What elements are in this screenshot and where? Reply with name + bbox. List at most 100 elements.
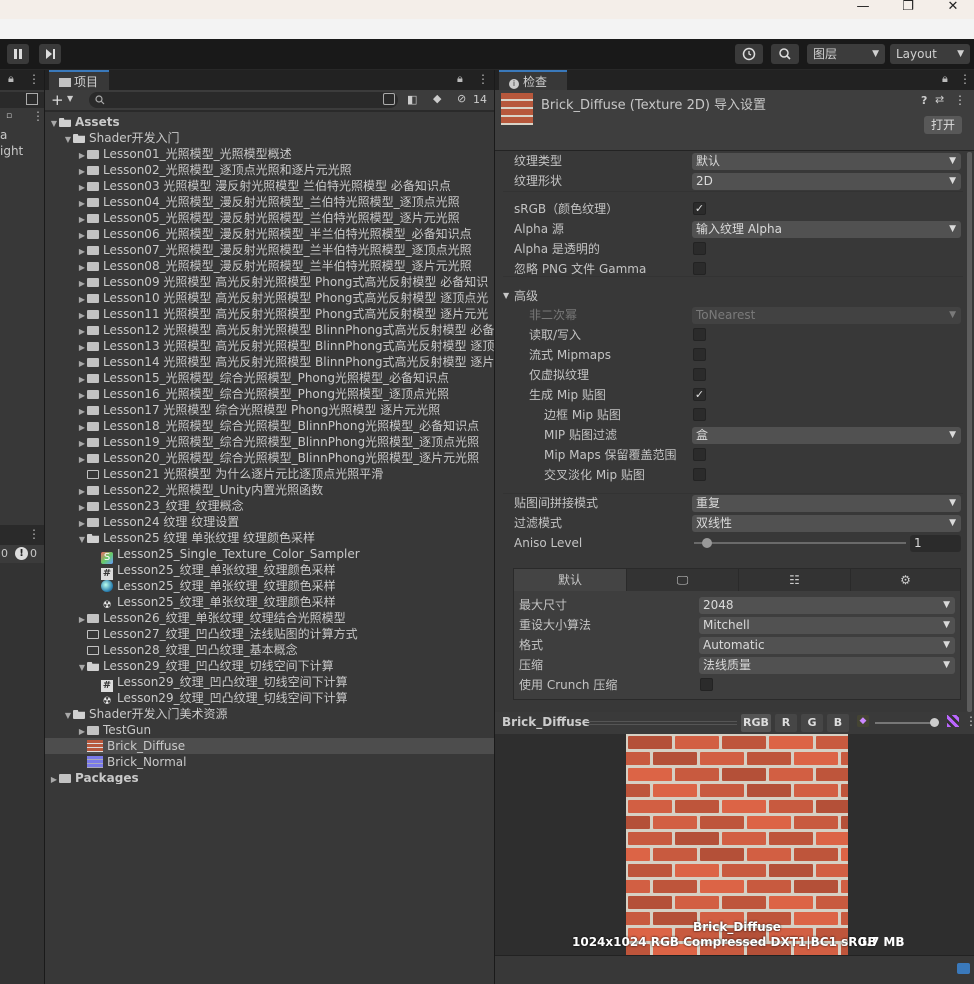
tree-asset[interactable]: ☢ Lesson29_纹理_凹凸纹理_切线空间下计算 [45, 690, 494, 707]
more-menu-icon[interactable]: ⋮ [477, 72, 489, 86]
open-button[interactable]: 打开 [924, 116, 962, 134]
tree-folder[interactable]: ▶ Lesson24 纹理 纹理设置 [45, 514, 494, 530]
more-menu-icon[interactable]: ⋮ [959, 72, 971, 86]
tree-folder[interactable]: ▶ Lesson23_纹理_纹理概念 [45, 498, 494, 514]
tree-folder[interactable]: ▶ Packages [45, 770, 494, 784]
search-by-type-icon[interactable] [383, 93, 395, 105]
property-checkbox[interactable] [693, 262, 706, 275]
hidden-packages-icon[interactable]: ⊘ [457, 92, 466, 105]
property-checkbox[interactable] [693, 448, 706, 461]
tree-folder[interactable]: ▶ Lesson10 光照模型 高光反射光照模型 Phong式高光反射模型 逐顶点… [45, 290, 494, 306]
tree-folder[interactable]: Lesson28_纹理_凹凸纹理_基本概念 [45, 642, 494, 658]
add-asset-button[interactable]: + [51, 91, 64, 109]
property-checkbox[interactable]: ✓ [693, 202, 706, 215]
property-checkbox[interactable] [693, 468, 706, 481]
preview-drag-handle[interactable] [587, 721, 737, 725]
foldout-advanced[interactable]: 高级 [514, 287, 538, 305]
tab-platform-android[interactable]: ⚙︎ [850, 569, 960, 591]
property-dropdown[interactable]: 输入纹理 Alpha ▼ [692, 221, 961, 238]
property-checkbox[interactable] [693, 348, 706, 361]
tree-folder[interactable]: ▶ Lesson07_光照模型_漫反射光照模型_兰半伯特光照模型_逐顶点光照 [45, 242, 494, 258]
tree-folder[interactable]: ▶ Lesson01_光照模型_光照模型概述 [45, 146, 494, 162]
hierarchy-item[interactable]: ight [0, 143, 23, 159]
tree-folder[interactable]: ▼ Lesson25 纹理 单张纹理 纹理颜色采样 [45, 530, 494, 546]
tree-asset[interactable]: Brick_Diffuse [45, 738, 494, 754]
tree-folder[interactable]: ▼ Shader开发入门 [45, 130, 494, 146]
tree-folder[interactable]: ▶ TestGun [45, 722, 494, 738]
more-menu-icon[interactable]: ⋮ [954, 93, 966, 107]
collapse-arrow-icon[interactable]: ▶ [49, 772, 59, 784]
foldout-arrow-icon[interactable]: ▼ [503, 287, 509, 305]
lock-icon[interactable]: 🔒︎ [457, 72, 463, 86]
checker-icon[interactable] [947, 715, 959, 727]
error-count[interactable]: 0 [30, 547, 37, 560]
tree-folder[interactable]: ▶ Lesson05_光照模型_漫反射光照模型_兰伯特光照模型_逐片元光照 [45, 210, 494, 226]
property-dropdown[interactable]: 默认 ▼ [692, 153, 961, 170]
tree-folder[interactable]: ▶ Lesson04_光照模型_漫反射光照模型_兰伯特光照模型_逐顶点光照 [45, 194, 494, 210]
tree-folder[interactable]: ▶ Lesson22_光照模型_Unity内置光照函数 [45, 482, 494, 498]
channel-button-rgb[interactable]: RGB [741, 714, 771, 732]
step-button[interactable] [39, 44, 61, 64]
tree-asset[interactable]: Brick_Normal [45, 754, 494, 770]
scene-visibility-icon[interactable]: ▫ [6, 111, 12, 121]
minimize-button[interactable]: — [840, 0, 886, 19]
tree-asset[interactable]: # Lesson29_纹理_凹凸纹理_切线空间下计算 [45, 674, 494, 692]
tree-folder[interactable]: ▶ Lesson17 光照模型 综合光照模型 Phong光照模型 逐片元光照 [45, 402, 494, 418]
tree-folder[interactable]: ▶ Lesson14 光照模型 高光反射光照模型 BlinnPhong式高光反射模… [45, 354, 494, 370]
chevron-down-icon[interactable]: ▼ [67, 94, 73, 103]
tree-asset[interactable]: Lesson25_纹理_单张纹理_纹理颜色采样 [45, 578, 494, 594]
tab-project[interactable]: 项目 [49, 70, 109, 90]
tree-folder[interactable]: ▶ Lesson15_光照模型_综合光照模型_Phong光照模型_必备知识点 [45, 370, 494, 386]
property-checkbox[interactable] [693, 368, 706, 381]
aniso-value-field[interactable]: 1 [910, 535, 961, 552]
property-dropdown[interactable]: 重复 ▼ [692, 495, 961, 512]
search-button[interactable] [771, 44, 799, 64]
more-menu-icon[interactable]: ⋮ [32, 109, 44, 123]
search-input[interactable] [89, 92, 398, 108]
tree-folder[interactable]: ▶ Lesson16_光照模型_综合光照模型_Phong光照模型_逐顶点光照 [45, 386, 494, 402]
help-icon[interactable]: ? [921, 94, 927, 107]
platform-dropdown[interactable]: 法线质量 ▼ [699, 657, 955, 674]
mip-slider-thumb[interactable] [930, 718, 939, 727]
tree-folder[interactable]: ▶ Lesson11 光照模型 高光反射光照模型 Phong式高光反射模型 逐片元… [45, 306, 494, 322]
filter-by-label-icon[interactable]: ◆ [433, 92, 441, 105]
label-tag-icon[interactable] [957, 963, 970, 974]
tree-folder[interactable]: ▶ Lesson03 光照模型 漫反射光照模型 兰伯特光照模型 必备知识点 [45, 178, 494, 194]
tree-asset[interactable]: # Lesson25_纹理_单张纹理_纹理颜色采样 [45, 562, 494, 580]
property-dropdown[interactable]: 盒 ▼ [692, 427, 961, 444]
search-by-type-icon[interactable] [26, 93, 38, 105]
tree-folder[interactable]: ▶ Lesson02_光照模型_逐顶点光照和逐片元光照 [45, 162, 494, 178]
tree-folder[interactable]: ▶ Lesson13 光照模型 高光反射光照模型 BlinnPhong式高光反射模… [45, 338, 494, 354]
lock-icon[interactable]: 🔒︎ [8, 72, 14, 86]
hierarchy-item[interactable]: a [0, 127, 7, 143]
inspector-scrollbar[interactable] [967, 152, 972, 712]
filter-by-type-icon[interactable]: ◧ [407, 93, 417, 106]
history-button[interactable] [735, 44, 763, 64]
hierarchy-search[interactable] [0, 92, 44, 108]
tree-folder[interactable]: ▼ Assets [45, 114, 494, 130]
close-button[interactable]: ✕ [930, 0, 974, 19]
preset-icon[interactable]: ⇄ [935, 93, 944, 106]
layout-dropdown[interactable]: Layout ▼ [890, 44, 970, 64]
property-checkbox[interactable]: ✓ [693, 388, 706, 401]
tree-folder[interactable]: ▶ Lesson06_光照模型_漫反射光照模型_半兰伯特光照模型_必备知识点 [45, 226, 494, 242]
more-menu-icon[interactable]: ⋮ [965, 714, 974, 728]
tab-platform-default[interactable]: 默认 [514, 569, 626, 591]
lock-icon[interactable]: 🔒︎ [942, 72, 948, 86]
channel-button-b[interactable]: B [827, 714, 849, 732]
slider-thumb[interactable] [701, 538, 712, 548]
pause-button[interactable] [7, 44, 29, 64]
more-menu-icon[interactable]: ⋮ [28, 527, 40, 541]
channel-button-g[interactable]: G [801, 714, 823, 732]
warning-count[interactable]: 0 [1, 547, 8, 560]
tab-inspector[interactable]: i检查器 [499, 70, 567, 109]
property-checkbox[interactable] [693, 408, 706, 421]
tree-folder[interactable]: ▼ Lesson29_纹理_凹凸纹理_切线空间下计算 [45, 658, 494, 674]
tree-folder[interactable]: ▶ Lesson18_光照模型_综合光照模型_BlinnPhong光照模型_必备知… [45, 418, 494, 434]
property-dropdown[interactable]: 2D ▼ [692, 173, 961, 190]
tree-folder[interactable]: ▶ Lesson09 光照模型 高光反射光照模型 Phong式高光反射模型 必备知… [45, 274, 494, 290]
tree-asset[interactable]: ☢ Lesson25_纹理_单张纹理_纹理颜色采样 [45, 594, 494, 611]
tree-folder[interactable]: ▶ Lesson19_光照模型_综合光照模型_BlinnPhong光照模型_逐顶点… [45, 434, 494, 450]
property-checkbox[interactable] [693, 242, 706, 255]
tree-folder[interactable]: ▶ Lesson08_光照模型_漫反射光照模型_兰半伯特光照模型_逐片元光照 [45, 258, 494, 274]
